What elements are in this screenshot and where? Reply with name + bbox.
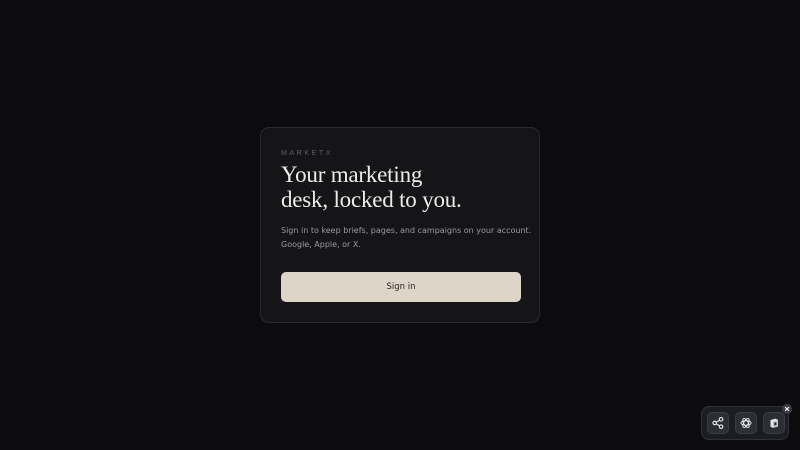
brand-wordmark: MARKETX bbox=[281, 150, 334, 157]
description: Sign in to keep briefs, pages, and campa… bbox=[281, 224, 532, 252]
openai-button[interactable] bbox=[735, 412, 757, 434]
share-button[interactable] bbox=[707, 412, 729, 434]
close-icon bbox=[784, 406, 790, 412]
description-line-1: Sign in to keep briefs, pages, and campa… bbox=[281, 226, 532, 235]
floating-toolbar bbox=[701, 406, 789, 440]
close-widget-button[interactable] bbox=[782, 404, 792, 414]
headline-line-2: desk, locked to you. bbox=[281, 187, 462, 212]
headline: Your marketing desk, locked to you. bbox=[281, 162, 519, 212]
cube-button[interactable] bbox=[763, 412, 785, 434]
sign-in-card: MARKETX Your marketing desk, locked to y… bbox=[260, 127, 540, 323]
sign-in-button[interactable]: Sign in bbox=[281, 272, 521, 302]
headline-line-1: Your marketing bbox=[281, 162, 423, 187]
description-line-2: Google, Apple, or X. bbox=[281, 240, 361, 249]
cube-icon bbox=[767, 416, 781, 430]
share-icon bbox=[711, 416, 725, 430]
openai-icon bbox=[739, 416, 753, 430]
